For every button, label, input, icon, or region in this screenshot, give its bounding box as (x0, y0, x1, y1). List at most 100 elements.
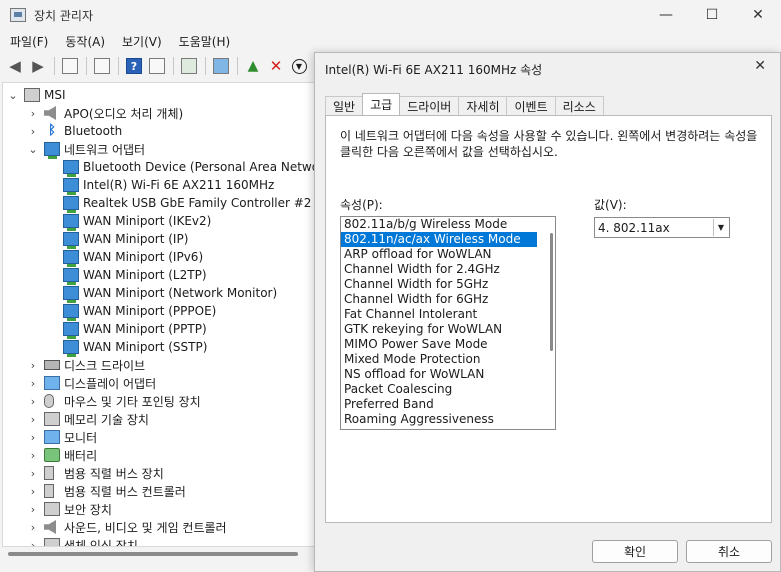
tree-item-bluetooth[interactable]: › ᛒ Bluetooth (27, 122, 122, 140)
tree-item-adapter[interactable]: WAN Miniport (SSTP) (63, 338, 208, 357)
tree-item-adapter[interactable]: WAN Miniport (IP) (63, 230, 188, 249)
disable-device-button[interactable]: ▼ (288, 55, 310, 77)
tree-item-biometric[interactable]: › 생체 인식 장치 (27, 536, 138, 547)
scan-hardware-button[interactable] (178, 55, 200, 77)
forward-button[interactable]: ▶ (27, 55, 49, 77)
tree-item-batteries[interactable]: › 배터리 (27, 446, 97, 464)
chevron-down-icon[interactable]: ⌄ (27, 143, 39, 156)
list-item[interactable]: MIMO Power Save Mode (341, 337, 537, 352)
back-button[interactable]: ◀ (4, 55, 26, 77)
tree-item-adapter[interactable]: Realtek USB GbE Family Controller #2 (63, 194, 311, 213)
tree-item-adapter[interactable]: WAN Miniport (L2TP) (63, 266, 207, 285)
tab-driver[interactable]: 드라이버 (399, 96, 460, 115)
list-item[interactable]: ARP offload for WoWLAN (341, 247, 537, 262)
usb-controller-icon (44, 484, 54, 498)
list-item[interactable]: 802.11a/b/g Wireless Mode (341, 217, 537, 232)
tree-item-disk-drives[interactable]: › 디스크 드라이브 (27, 356, 145, 374)
toolbar-divider (237, 57, 238, 75)
menu-file[interactable]: 파일(F) (3, 33, 55, 50)
biometric-icon (44, 538, 60, 546)
menu-view[interactable]: 보기(V) (115, 33, 169, 50)
list-item[interactable]: Fat Channel Intolerant (341, 307, 537, 322)
tree-item-usb-devices[interactable]: › 범용 직렬 버스 장치 (27, 464, 164, 482)
chevron-right-icon[interactable]: › (27, 107, 39, 120)
scrollbar-thumb[interactable] (8, 552, 298, 556)
maximize-button[interactable]: ☐ (689, 0, 735, 30)
tree-root[interactable]: ⌄ MSI (7, 86, 66, 104)
adapter-label: Bluetooth Device (Personal Area Network) (83, 160, 320, 174)
tree-item-memory[interactable]: › 메모리 기술 장치 (27, 410, 149, 428)
horizontal-scrollbar[interactable] (2, 548, 318, 560)
tree-item-security-devices[interactable]: › 보안 장치 (27, 500, 112, 518)
list-item[interactable]: Packet Coalescing (341, 382, 537, 397)
tree-item-monitors[interactable]: › 모니터 (27, 428, 97, 446)
chevron-right-icon[interactable]: › (27, 467, 39, 480)
tree-item-display-adapters[interactable]: › 디스플레이 어댑터 (27, 374, 156, 392)
tree-item-adapter[interactable]: Bluetooth Device (Personal Area Network) (63, 158, 320, 177)
tab-advanced[interactable]: 고급 (362, 93, 401, 115)
dialog-close-button[interactable]: ✕ (754, 58, 766, 74)
chevron-right-icon[interactable]: › (27, 431, 39, 444)
show-hide-tree-button[interactable] (59, 55, 81, 77)
tree-item-label: 보안 장치 (64, 502, 112, 517)
list-item[interactable]: Preferred Band (341, 397, 537, 412)
menu-help[interactable]: 도움말(H) (172, 33, 238, 50)
tree-item-adapter[interactable]: WAN Miniport (PPPOE) (63, 302, 216, 321)
adapter-label: WAN Miniport (SSTP) (83, 340, 208, 354)
chevron-down-icon[interactable]: ⌄ (7, 89, 19, 102)
chevron-right-icon[interactable]: › (27, 539, 39, 547)
tree-item-apo[interactable]: › APO(오디오 처리 개체) (27, 104, 183, 122)
property-list[interactable]: 802.11a/b/g Wireless Mode 802.11n/ac/ax … (340, 216, 556, 430)
list-item[interactable]: GTK rekeying for WoWLAN (341, 322, 537, 337)
tab-events[interactable]: 이벤트 (506, 96, 556, 115)
chevron-right-icon[interactable]: › (27, 503, 39, 516)
properties-button[interactable] (91, 55, 113, 77)
tab-general[interactable]: 일반 (325, 96, 364, 115)
list-item[interactable]: Channel Width for 5GHz (341, 277, 537, 292)
tree-item-mice[interactable]: › 마우스 및 기타 포인팅 장치 (27, 392, 201, 410)
uninstall-device-button[interactable]: ✕ (265, 55, 287, 77)
action-pane-button[interactable] (146, 55, 168, 77)
tree-item-sound[interactable]: › 사운드, 비디오 및 게임 컨트롤러 (27, 518, 227, 536)
tree-item-usb-controllers[interactable]: › 범용 직렬 버스 컨트롤러 (27, 482, 186, 500)
list-item-selected[interactable]: 802.11n/ac/ax Wireless Mode (341, 232, 537, 247)
minimize-button[interactable]: — (643, 0, 689, 30)
device-tree[interactable]: ⌄ MSI › APO(오디오 처리 개체) › ᛒ Bluetooth ⌄ 네… (2, 82, 320, 547)
help-icon: ? (126, 58, 142, 74)
ok-button[interactable]: 확인 (592, 540, 678, 563)
tree-item-adapter[interactable]: WAN Miniport (IPv6) (63, 248, 203, 267)
network-adapter-icon (63, 160, 79, 177)
tree-item-network-adapters[interactable]: ⌄ 네트워크 어댑터 (27, 140, 145, 159)
chevron-right-icon[interactable]: › (27, 413, 39, 426)
monitor-button[interactable] (210, 55, 232, 77)
list-item[interactable]: NS offload for WoWLAN (341, 367, 537, 382)
help-button[interactable]: ? (123, 55, 145, 77)
cancel-button[interactable]: 취소 (686, 540, 772, 563)
update-driver-button[interactable]: ▲ (242, 55, 264, 77)
chevron-right-icon[interactable]: › (27, 521, 39, 534)
close-button[interactable]: ✕ (735, 0, 781, 30)
chevron-right-icon[interactable]: › (27, 485, 39, 498)
tree-item-adapter[interactable]: WAN Miniport (Network Monitor) (63, 284, 277, 303)
menu-action[interactable]: 동작(A) (58, 33, 112, 50)
scrollbar-thumb[interactable] (550, 233, 553, 351)
chevron-right-icon[interactable]: › (27, 377, 39, 390)
chevron-down-icon[interactable]: ▼ (713, 219, 728, 236)
tree-item-adapter[interactable]: WAN Miniport (PPTP) (63, 320, 207, 339)
chevron-right-icon[interactable]: › (27, 125, 39, 138)
list-item[interactable]: Roaming Aggressiveness (341, 412, 537, 427)
display-adapter-icon (44, 376, 60, 390)
list-item[interactable]: Channel Width for 2.4GHz (341, 262, 537, 277)
list-scrollbar[interactable] (548, 219, 554, 429)
chevron-right-icon[interactable]: › (27, 449, 39, 462)
tree-item-adapter[interactable]: WAN Miniport (IKEv2) (63, 212, 211, 231)
value-select-text: 4. 802.11ax (598, 220, 670, 235)
value-select[interactable]: 4. 802.11ax ▼ (594, 217, 730, 238)
tab-resources[interactable]: 리소스 (554, 96, 604, 115)
chevron-right-icon[interactable]: › (27, 395, 39, 408)
tree-item-adapter[interactable]: Intel(R) Wi-Fi 6E AX211 160MHz (63, 176, 274, 195)
tab-details[interactable]: 자세히 (458, 96, 508, 115)
chevron-right-icon[interactable]: › (27, 359, 39, 372)
list-item[interactable]: Channel Width for 6GHz (341, 292, 537, 307)
list-item[interactable]: Mixed Mode Protection (341, 352, 537, 367)
